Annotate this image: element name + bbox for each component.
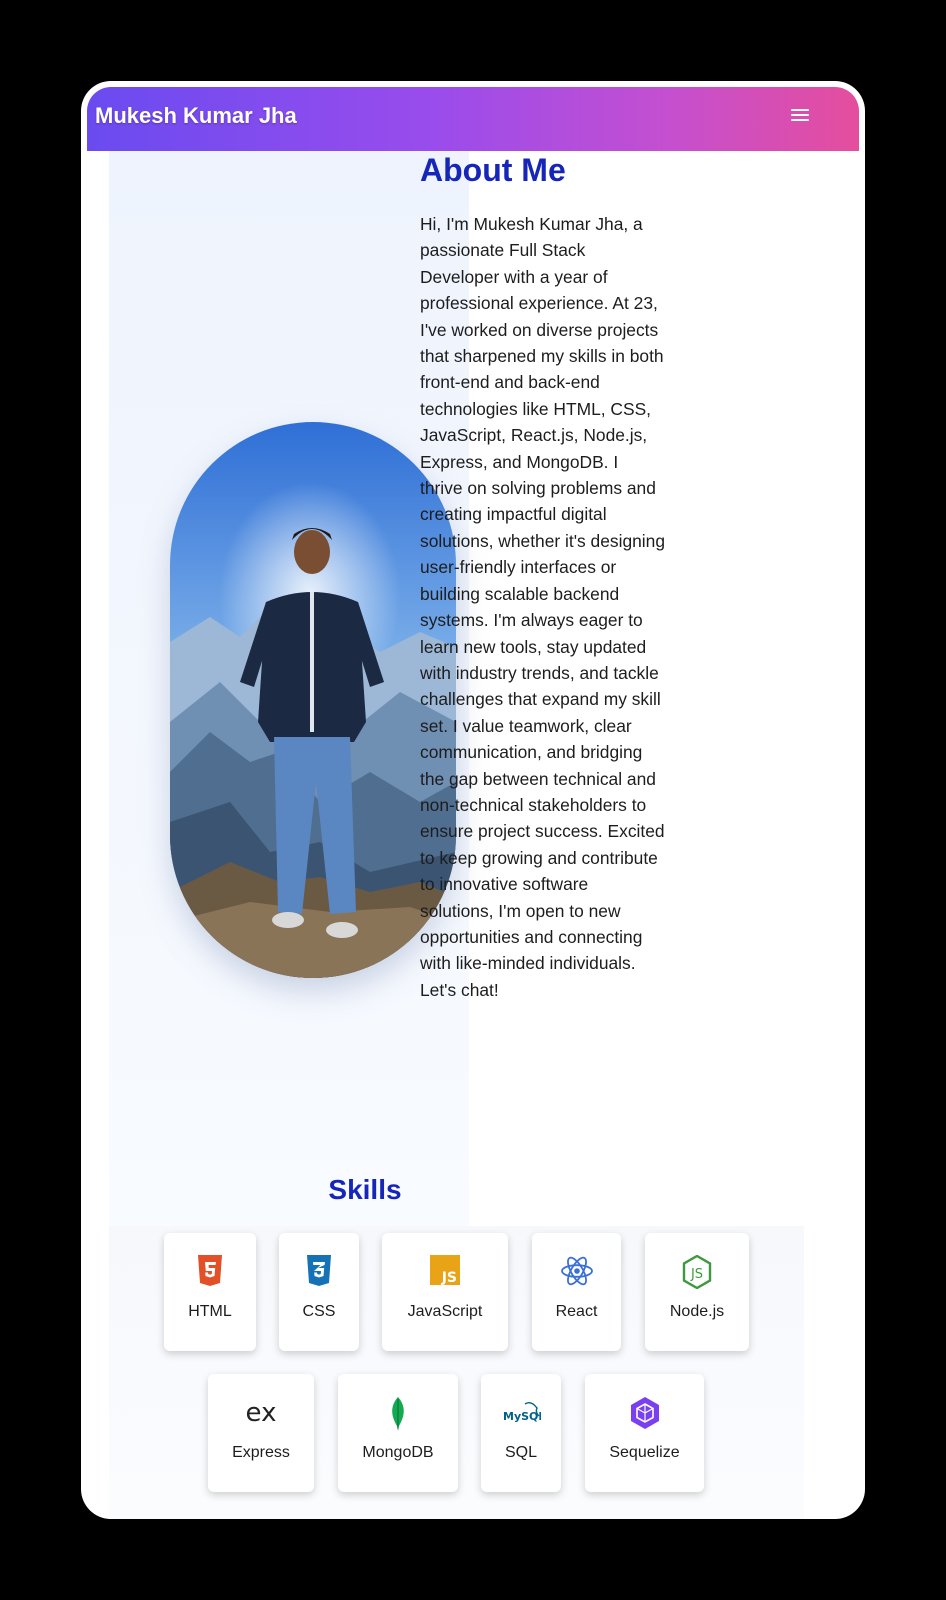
skill-card-mongodb[interactable]: MongoDB	[338, 1374, 458, 1492]
skill-card-express[interactable]: ex Express	[208, 1374, 314, 1492]
skill-card-nodejs[interactable]: JS Node.js	[645, 1233, 749, 1351]
html5-icon	[164, 1255, 256, 1289]
hamburger-menu-icon[interactable]	[791, 109, 809, 123]
sequelize-icon	[585, 1396, 704, 1430]
mongodb-leaf-icon	[338, 1396, 458, 1431]
skills-title: Skills	[328, 1174, 402, 1205]
svg-text:MySQL: MySQL	[503, 1410, 541, 1423]
brand-name[interactable]: Mukesh Kumar Jha	[95, 103, 297, 129]
svg-text:JS: JS	[690, 1267, 703, 1282]
nodejs-icon: JS	[645, 1255, 749, 1289]
skill-card-javascript[interactable]: JS JavaScript	[382, 1233, 508, 1351]
javascript-icon: JS	[382, 1255, 508, 1289]
skill-card-css[interactable]: CSS	[279, 1233, 359, 1351]
css3-icon	[279, 1255, 359, 1289]
mysql-icon: MySQL	[481, 1396, 561, 1430]
skill-label: SQL	[504, 1444, 537, 1461]
skill-label: Sequelize	[609, 1444, 680, 1461]
skill-label: Express	[232, 1444, 290, 1461]
skill-card-react[interactable]: React	[532, 1233, 621, 1351]
skill-label: CSS	[302, 1303, 336, 1320]
about-title: About Me	[420, 152, 566, 188]
skill-label: JavaScript	[407, 1303, 483, 1320]
skill-label: React	[555, 1303, 598, 1320]
skill-card-html[interactable]: HTML	[164, 1233, 256, 1351]
skill-label: HTML	[188, 1303, 232, 1320]
react-icon	[532, 1255, 621, 1289]
navbar: Mukesh Kumar Jha	[87, 87, 859, 151]
about-paragraph: Hi, I'm Mukesh Kumar Jha, a passionate F…	[420, 214, 665, 1000]
skill-card-sql[interactable]: MySQL SQL	[481, 1374, 561, 1492]
skill-card-sequelize[interactable]: Sequelize	[585, 1374, 704, 1492]
skill-label: MongoDB	[362, 1444, 434, 1461]
skill-label: Node.js	[669, 1303, 725, 1320]
express-icon: ex	[208, 1396, 314, 1430]
svg-text:ex: ex	[246, 1398, 277, 1428]
svg-text:JS: JS	[441, 1270, 457, 1285]
profile-photo	[170, 422, 456, 978]
